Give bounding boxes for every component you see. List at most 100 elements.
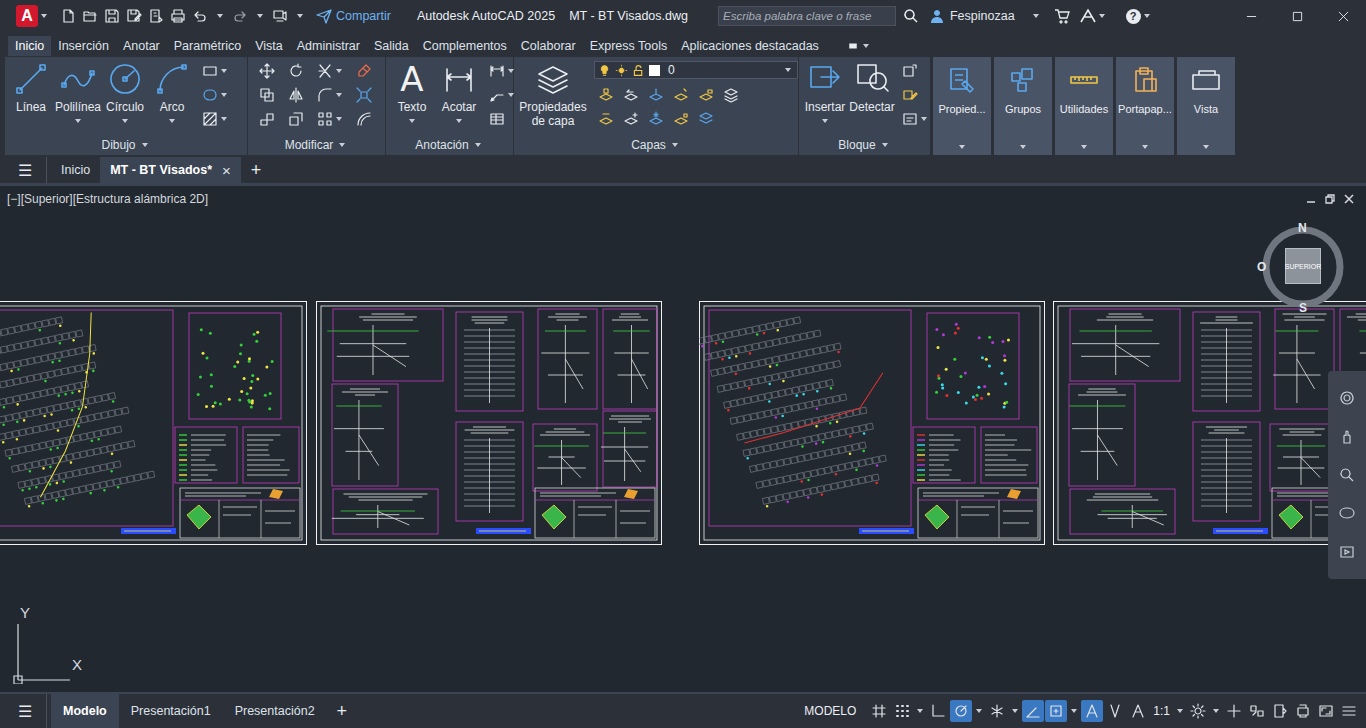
close-button[interactable]: [1320, 0, 1366, 32]
erase-icon[interactable]: [356, 63, 372, 79]
layer-unlock-icon[interactable]: [673, 111, 689, 127]
viewport-close-icon[interactable]: [1344, 194, 1354, 204]
layer-states-icon[interactable]: [723, 87, 739, 103]
status-toggle[interactable]: [891, 700, 913, 722]
status-toggle[interactable]: [1104, 700, 1126, 722]
fillet-icon[interactable]: [317, 87, 333, 103]
dropdown-caret-icon[interactable]: [1142, 145, 1148, 149]
autoscale-icon[interactable]: [1107, 703, 1123, 719]
dropdown-caret-icon[interactable]: [456, 119, 462, 123]
scale-icon[interactable]: [288, 111, 304, 127]
ribbon-tab[interactable]: Express Tools: [583, 36, 675, 56]
status-button[interactable]: [1223, 700, 1245, 722]
layer-isolate-icon[interactable]: [648, 87, 664, 103]
block-tool[interactable]: Insertar: [802, 61, 848, 123]
status-toggle[interactable]: [950, 700, 972, 722]
dropdown-caret-icon[interactable]: [1203, 145, 1209, 149]
annotation-tool[interactable]: A Texto: [389, 61, 435, 123]
detect-icon[interactable]: [854, 61, 890, 97]
viewport-restore-icon[interactable]: [1325, 194, 1335, 204]
ribbon-tab[interactable]: Colaborar: [514, 36, 583, 56]
share-button[interactable]: Compartir: [316, 8, 391, 24]
dropdown-caret-icon[interactable]: [921, 117, 927, 121]
drawing-sheet[interactable]: [316, 301, 662, 545]
dropdown-caret-icon[interactable]: [1012, 709, 1018, 713]
status-button[interactable]: [1315, 700, 1337, 722]
help-caret-icon[interactable]: [1144, 14, 1150, 18]
dropdown-caret-icon[interactable]: [336, 93, 342, 97]
dropdown-caret-icon[interactable]: [339, 143, 345, 147]
move-icon[interactable]: [259, 63, 275, 79]
dropdown-caret-icon[interactable]: [1213, 709, 1219, 713]
search-icon[interactable]: [903, 8, 919, 24]
panel-title[interactable]: Bloque: [799, 135, 930, 155]
ribbon-tab[interactable]: Anotar: [116, 36, 167, 56]
trim-icon[interactable]: [317, 63, 333, 79]
pan-icon[interactable]: [1339, 429, 1355, 445]
linear-dimension-icon[interactable]: [489, 63, 505, 79]
file-tab[interactable]: Inicio: [51, 157, 100, 183]
layout-tab[interactable]: Presentación1: [119, 694, 223, 728]
file-tab[interactable]: MT - BT Visados* ×: [100, 157, 241, 183]
ribbon-options-button[interactable]: [846, 36, 872, 56]
collapsed-panel[interactable]: Portapap...: [1116, 57, 1174, 155]
orbit-icon[interactable]: [1339, 505, 1355, 521]
layer-previous-icon[interactable]: [623, 87, 639, 103]
zoom-icon[interactable]: [1339, 467, 1355, 483]
snap-icon[interactable]: [894, 703, 910, 719]
user-menu-caret-icon[interactable]: [1033, 14, 1039, 18]
array-icon[interactable]: [317, 111, 333, 127]
dropdown-caret-icon[interactable]: [1020, 145, 1026, 149]
dropdown-caret-icon[interactable]: [822, 119, 828, 123]
workspace-gear-icon[interactable]: [1190, 703, 1206, 719]
dropdown-caret-icon[interactable]: [1081, 145, 1087, 149]
annotation-monitor-icon[interactable]: [1226, 703, 1242, 719]
model-viewport[interactable]: [−][Superior][Estructura alámbrica 2D] S…: [0, 186, 1366, 692]
autodesk-caret-icon[interactable]: [1099, 14, 1105, 18]
collapsed-panel[interactable]: Utilidades: [1055, 57, 1113, 155]
dropdown-caret-icon[interactable]: [882, 143, 888, 147]
status-toggle[interactable]: [1022, 700, 1044, 722]
status-toggle[interactable]: [1081, 700, 1103, 722]
block-tool[interactable]: Detectar: [849, 61, 895, 114]
ribbon-tab[interactable]: Complementos: [416, 36, 514, 56]
dropdown-caret-icon[interactable]: [257, 14, 263, 18]
dropdown-caret-icon[interactable]: [142, 143, 148, 147]
autodesk-app-store-icon[interactable]: [1080, 8, 1096, 24]
draw-tool[interactable]: Arco: [149, 61, 195, 123]
draw-tool-icon[interactable]: [154, 61, 190, 97]
units-icon[interactable]: [1249, 703, 1265, 719]
dropdown-caret-icon[interactable]: [863, 44, 869, 48]
drawing-sheet[interactable]: [0, 301, 307, 545]
dropdown-caret-icon[interactable]: [336, 69, 342, 73]
rotate-icon[interactable]: [288, 63, 304, 79]
layer-properties-tool[interactable]: Propiedades de capa: [517, 61, 589, 128]
workspace-icon[interactable]: [272, 8, 288, 24]
search-field[interactable]: Escriba palabra clave o frase: [718, 6, 896, 26]
dropdown-caret-icon[interactable]: [336, 117, 342, 121]
dropdown-caret-icon[interactable]: [221, 69, 227, 73]
annovis-icon[interactable]: [1084, 703, 1100, 719]
ribbon-tab[interactable]: Administrar: [290, 36, 367, 56]
status-toggle[interactable]: [1127, 700, 1149, 722]
model-space-button[interactable]: MODELO: [799, 701, 861, 721]
layer-copy-icon[interactable]: [623, 111, 639, 127]
hardware-icon[interactable]: [1295, 703, 1311, 719]
help-button[interactable]: ?: [1126, 9, 1141, 24]
ribbon-tab[interactable]: Paramétrico: [167, 36, 248, 56]
osnap-icon[interactable]: [1048, 703, 1064, 719]
layer-match-icon[interactable]: [598, 87, 614, 103]
viewport-controls-label[interactable]: [−][Superior][Estructura alámbrica 2D]: [7, 192, 208, 206]
dropdown-caret-icon[interactable]: [475, 143, 481, 147]
viewport-minimize-icon[interactable]: [1306, 194, 1316, 204]
layout-tab[interactable]: Presentación2: [223, 694, 327, 728]
layer-lock-icon[interactable]: [698, 87, 714, 103]
rectangle-icon[interactable]: [202, 63, 218, 79]
draw-tool[interactable]: Círculo: [102, 61, 148, 123]
status-button[interactable]: [1246, 700, 1268, 722]
dropdown-caret-icon[interactable]: [672, 143, 678, 147]
mirror-icon[interactable]: [288, 87, 304, 103]
layer-dropdown[interactable]: 0: [594, 61, 798, 79]
user-menu[interactable]: Fespinozaa: [929, 8, 1015, 24]
status-toggle[interactable]: [868, 700, 890, 722]
